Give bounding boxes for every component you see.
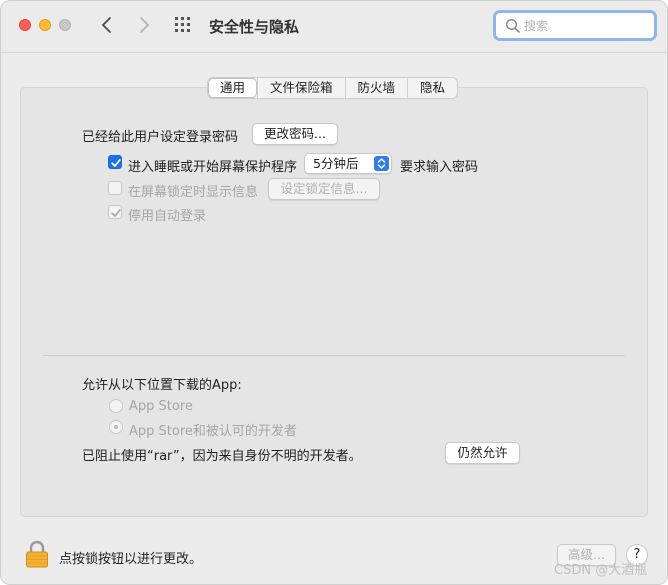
show-all-button[interactable] [175, 17, 193, 35]
disable-auto-login-label: 停用自动登录 [128, 209, 207, 224]
chevron-right-icon [140, 17, 149, 33]
password-delay-value: 5分钟后 [313, 156, 359, 171]
preferences-window: 安全性与隐私 通用 文件保险箱 防火墙 隐私 已经给此用户设定登录密码 更改密码… [0, 0, 668, 585]
require-password-label: 进入睡眠或开始屏幕保护程序 [128, 160, 298, 175]
radio-app-store[interactable] [109, 399, 123, 413]
password-delay-select[interactable]: 5分钟后 [304, 153, 392, 174]
title-bar: 安全性与隐私 [1, 1, 667, 53]
search-icon [505, 18, 520, 33]
radio-selected-dot [114, 425, 118, 429]
lock-hint-text: 点按锁按钮以进行更改。 [59, 552, 203, 567]
tab-bar: 通用 文件保险箱 防火墙 隐私 [207, 77, 459, 99]
tab-privacy[interactable]: 隐私 [407, 78, 457, 98]
change-password-button[interactable]: 更改密码... [252, 123, 338, 145]
search-input[interactable] [524, 17, 644, 35]
section-divider [43, 355, 625, 356]
checkmark-icon [111, 209, 121, 217]
downloads-heading: 允许从以下位置下载的App: [82, 378, 242, 393]
require-password-suffix: 要求输入密码 [400, 160, 479, 175]
updown-arrows-icon [374, 156, 389, 171]
show-message-checkbox[interactable] [108, 181, 122, 195]
checkmark-icon [111, 159, 121, 167]
zoom-button[interactable] [59, 19, 71, 31]
show-message-label: 在屏幕锁定时显示信息 [128, 185, 259, 200]
radio-app-store-developers[interactable] [109, 420, 123, 434]
tab-general[interactable]: 通用 [208, 78, 258, 98]
set-lock-message-button[interactable]: 设定锁定信息... [268, 178, 380, 200]
watermark-text: CSDN @大酒瓶 [554, 563, 648, 578]
lock-icon [26, 540, 48, 568]
chevron-left-icon [102, 17, 111, 33]
blocked-app-message: 已阻止使用“rar”，因为来自身份不明的开发者。 [82, 449, 362, 464]
require-password-checkbox[interactable] [108, 155, 122, 169]
allow-anyway-button[interactable]: 仍然允许 [445, 442, 520, 464]
close-button[interactable] [19, 19, 31, 31]
password-set-label: 已经给此用户设定登录密码 [82, 130, 239, 145]
forward-button[interactable] [132, 13, 156, 37]
search-field[interactable] [493, 10, 657, 41]
back-button[interactable] [95, 13, 119, 37]
minimize-button[interactable] [39, 19, 51, 31]
disable-auto-login-checkbox[interactable] [108, 205, 122, 219]
tab-firewall[interactable]: 防火墙 [344, 78, 408, 98]
radio-app-store-label: App Store [129, 399, 193, 414]
window-title: 安全性与隐私 [209, 18, 300, 36]
radio-app-store-developers-label: App Store和被认可的开发者 [129, 424, 297, 439]
lock-button[interactable] [25, 539, 49, 569]
tab-filevault[interactable]: 文件保险箱 [257, 78, 345, 98]
